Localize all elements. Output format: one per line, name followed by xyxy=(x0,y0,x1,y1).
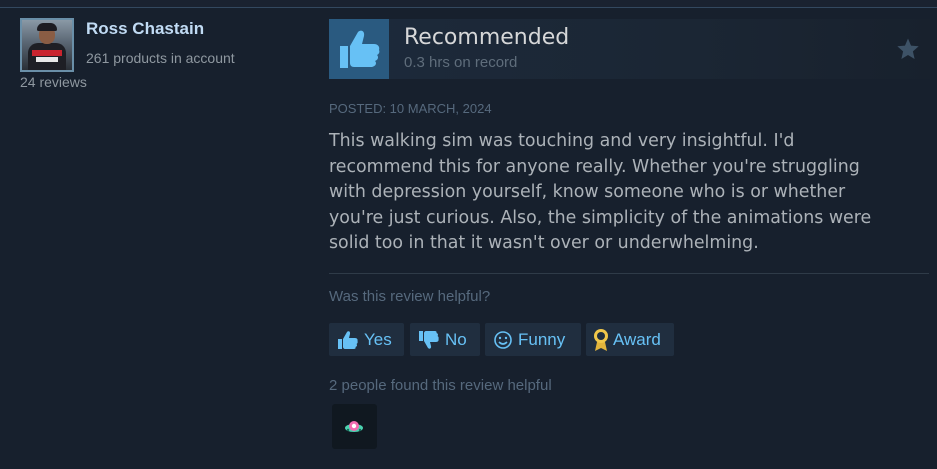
top-border-line xyxy=(0,7,937,8)
thumbs-up-icon xyxy=(329,19,389,79)
award-ribbon-icon xyxy=(594,328,608,351)
avatar-image xyxy=(22,20,72,70)
received-award-badge[interactable] xyxy=(332,404,377,449)
thumbs-down-icon xyxy=(419,330,439,349)
vote-header[interactable]: Recommended 0.3 hrs on record xyxy=(329,19,930,79)
award-label: Award xyxy=(613,329,661,349)
posted-date: POSTED: 10 MARCH, 2024 xyxy=(329,101,492,116)
helpful-question: Was this review helpful? xyxy=(329,288,491,305)
hours-on-record: 0.3 hrs on record xyxy=(404,54,518,71)
star-icon[interactable] xyxy=(896,37,920,61)
reviewer-name[interactable]: Ross Chastain xyxy=(86,19,204,39)
yes-button[interactable]: Yes xyxy=(329,323,404,356)
reviewer-reviews-count[interactable]: 24 reviews xyxy=(20,74,87,90)
funny-button[interactable]: Funny xyxy=(485,323,581,356)
thumbs-up-icon xyxy=(338,330,358,349)
award-badge-icon xyxy=(345,421,363,432)
yes-label: Yes xyxy=(364,329,392,349)
review-line: with depression yourself, know someone w… xyxy=(329,182,846,202)
smiley-icon xyxy=(494,330,512,349)
review-text: This walking sim was touching and very i… xyxy=(329,129,919,257)
review-line: you're just curious. Also, the simplicit… xyxy=(329,207,872,228)
no-label: No xyxy=(445,329,467,349)
avatar[interactable] xyxy=(20,18,74,72)
funny-label: Funny xyxy=(518,329,566,349)
divider xyxy=(329,273,929,274)
reviewer-products-count[interactable]: 261 products in account xyxy=(86,50,235,66)
review-page: Ross Chastain 261 products in account 24… xyxy=(0,0,937,469)
award-button[interactable]: Award xyxy=(586,323,674,356)
review-line: recommend this for anyone really. Whethe… xyxy=(329,156,860,177)
review-line: This walking sim was touching and very i… xyxy=(329,131,795,151)
no-button[interactable]: No xyxy=(410,323,480,356)
vote-title: Recommended xyxy=(404,25,570,50)
helpful-count: 2 people found this review helpful xyxy=(329,377,552,394)
review-line: solid too in that it wasn't over or unde… xyxy=(329,233,759,253)
